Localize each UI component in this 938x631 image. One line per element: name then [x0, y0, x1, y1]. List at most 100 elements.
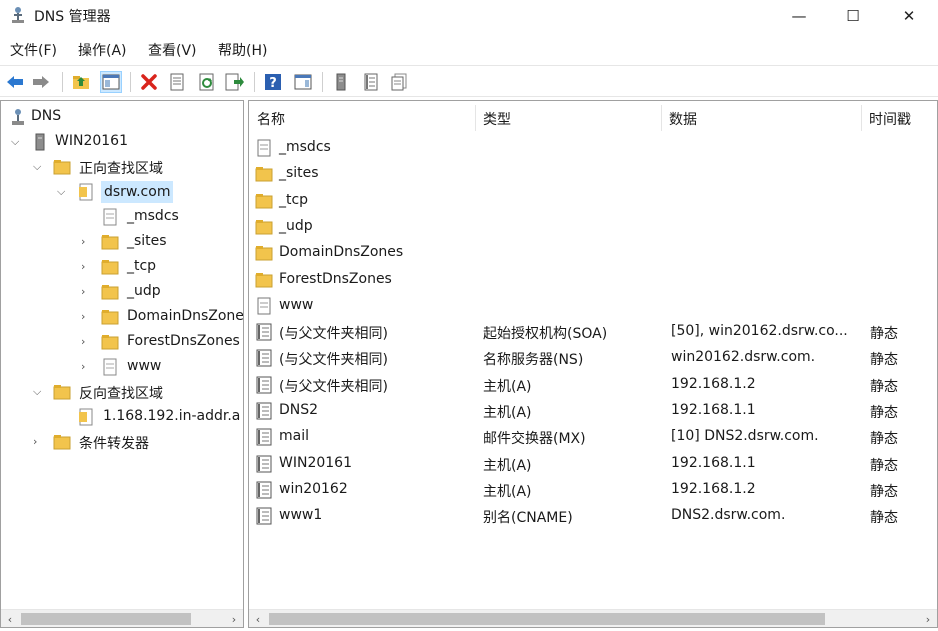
- chevron-right-icon[interactable]: ›: [33, 436, 45, 448]
- chevron-down-icon[interactable]: ⌵: [11, 136, 23, 148]
- menu-file[interactable]: 文件(F): [10, 40, 57, 60]
- show-hide-action-pane-icon: [294, 74, 312, 90]
- show-hide-tree-button[interactable]: [100, 71, 122, 93]
- close-icon: ✕: [902, 7, 916, 25]
- chevron-down-icon[interactable]: ⌵: [33, 386, 45, 398]
- table-row[interactable]: DNS2 主机(A) 192.168.1.1 静态: [249, 398, 937, 424]
- chevron-right-icon[interactable]: ›: [81, 311, 93, 323]
- column-name-header[interactable]: 名称: [257, 109, 285, 129]
- maximize-button[interactable]: ☐: [830, 0, 876, 32]
- chevron-right-icon[interactable]: ›: [81, 261, 93, 273]
- table-row[interactable]: (与父文件夹相同) 主机(A) 192.168.1.2 静态: [249, 372, 937, 398]
- tree-item-conditional-forwarders[interactable]: › 条件转发器: [1, 430, 243, 454]
- dns-icon: [12, 109, 24, 125]
- table-row[interactable]: _sites: [249, 161, 937, 187]
- record-list-button[interactable]: [360, 71, 382, 93]
- tree-label: 反向查找区域: [79, 386, 163, 402]
- up-level-button[interactable]: [70, 71, 92, 93]
- record-icon: [256, 349, 272, 367]
- tree-item-child[interactable]: › DomainDnsZones: [1, 305, 243, 329]
- chevron-down-icon[interactable]: ⌵: [57, 186, 69, 198]
- table-row[interactable]: (与父文件夹相同) 名称服务器(NS) win20162.dsrw.com. 静态: [249, 345, 937, 371]
- toolbar: ?: [0, 65, 938, 97]
- record-type: 主机(A): [483, 483, 532, 500]
- zone-doc-icon: [257, 139, 271, 157]
- tree-label: DNS: [31, 108, 62, 124]
- table-row[interactable]: www: [249, 293, 937, 319]
- table-row[interactable]: win20162 主机(A) 192.168.1.2 静态: [249, 477, 937, 503]
- tree-item-child[interactable]: › _sites: [1, 230, 243, 254]
- table-row[interactable]: WIN20161 主机(A) 192.168.1.1 静态: [249, 451, 937, 477]
- column-timestamp-header[interactable]: 时间戳: [869, 109, 911, 129]
- scroll-right-icon[interactable]: ›: [225, 610, 243, 627]
- minimize-button[interactable]: —: [776, 0, 822, 32]
- scroll-left-icon[interactable]: ‹: [1, 610, 19, 627]
- export-list-button[interactable]: [224, 71, 246, 93]
- tree-item-child[interactable]: › _udp: [1, 280, 243, 304]
- tree-label: _msdcs: [127, 208, 179, 224]
- record-name: www1: [279, 507, 323, 524]
- tree-item-forward-zones[interactable]: ⌵ 正向查找区域: [1, 155, 243, 179]
- menu-view[interactable]: 查看(V): [148, 40, 197, 60]
- tree-item-child[interactable]: › _tcp: [1, 255, 243, 279]
- tree-item-reverse-zone[interactable]: 1.168.192.in-addr.a: [1, 405, 243, 429]
- delete-button[interactable]: [138, 71, 160, 93]
- chevron-right-icon[interactable]: ›: [81, 236, 93, 248]
- back-button[interactable]: [4, 71, 26, 93]
- refresh-button[interactable]: [196, 71, 218, 93]
- list-horizontal-scrollbar[interactable]: ‹ ›: [249, 609, 937, 627]
- tree-item-zone[interactable]: ⌵ dsrw.com: [1, 180, 243, 204]
- record-name: (与父文件夹相同): [279, 378, 388, 395]
- menu-action[interactable]: 操作(A): [78, 40, 127, 60]
- column-type-header[interactable]: 类型: [483, 109, 511, 129]
- record-name: win20162: [279, 480, 348, 497]
- back-icon: [7, 76, 23, 88]
- show-hide-action-pane-button[interactable]: [292, 71, 314, 93]
- table-row[interactable]: www1 别名(CNAME) DNS2.dsrw.com. 静态: [249, 503, 937, 529]
- table-row[interactable]: ForestDnsZones: [249, 267, 937, 293]
- close-button[interactable]: ✕: [886, 0, 932, 32]
- maximize-icon: ☐: [846, 7, 860, 25]
- column-divider[interactable]: [861, 105, 862, 131]
- tree-item-child[interactable]: › www: [1, 355, 243, 379]
- tree-item-child[interactable]: _msdcs: [1, 205, 243, 229]
- tree-item-child[interactable]: › ForestDnsZones: [1, 330, 243, 354]
- scroll-thumb[interactable]: [269, 613, 825, 625]
- tree-item-dns[interactable]: DNS: [1, 105, 243, 129]
- menu-help[interactable]: 帮助(H): [218, 40, 267, 60]
- record-list-icon: [364, 73, 378, 91]
- zone-button[interactable]: [388, 71, 410, 93]
- chevron-right-icon[interactable]: ›: [81, 286, 93, 298]
- server-button[interactable]: [330, 71, 352, 93]
- tree-item-server[interactable]: ⌵ WIN20161: [1, 130, 243, 154]
- scroll-thumb[interactable]: [21, 613, 191, 625]
- table-row[interactable]: _tcp: [249, 188, 937, 214]
- folder-icon: [53, 385, 71, 400]
- column-data-header[interactable]: 数据: [669, 109, 697, 129]
- tree-label: ForestDnsZones: [127, 333, 240, 349]
- column-divider[interactable]: [475, 105, 476, 131]
- record-type: 别名(CNAME): [483, 510, 573, 527]
- chevron-down-icon[interactable]: ⌵: [33, 161, 45, 173]
- table-row[interactable]: _msdcs: [249, 135, 937, 161]
- help-button[interactable]: ?: [262, 71, 284, 93]
- table-row[interactable]: DomainDnsZones: [249, 240, 937, 266]
- scroll-left-icon[interactable]: ‹: [249, 610, 267, 627]
- forward-icon: [33, 76, 49, 88]
- table-row[interactable]: (与父文件夹相同) 起始授权机构(SOA) [50], win20162.dsrw.…: [249, 319, 937, 345]
- record-type: 起始授权机构(SOA): [483, 326, 608, 343]
- properties-button[interactable]: [166, 71, 188, 93]
- record-name: _tcp: [279, 191, 309, 208]
- tree-item-reverse-zones[interactable]: ⌵ 反向查找区域: [1, 380, 243, 404]
- tree-label: 正向查找区域: [79, 161, 163, 177]
- scroll-right-icon[interactable]: ›: [919, 610, 937, 627]
- column-divider[interactable]: [661, 105, 662, 131]
- forward-button[interactable]: [30, 71, 52, 93]
- tree-horizontal-scrollbar[interactable]: ‹ ›: [1, 609, 243, 627]
- tree-label: WIN20161: [55, 133, 128, 149]
- table-row[interactable]: mail 邮件交换器(MX) [10] DNS2.dsrw.com. 静态: [249, 424, 937, 450]
- table-row[interactable]: _udp: [249, 214, 937, 240]
- chevron-right-icon[interactable]: ›: [81, 361, 93, 373]
- chevron-right-icon[interactable]: ›: [81, 336, 93, 348]
- record-icon: [256, 507, 272, 525]
